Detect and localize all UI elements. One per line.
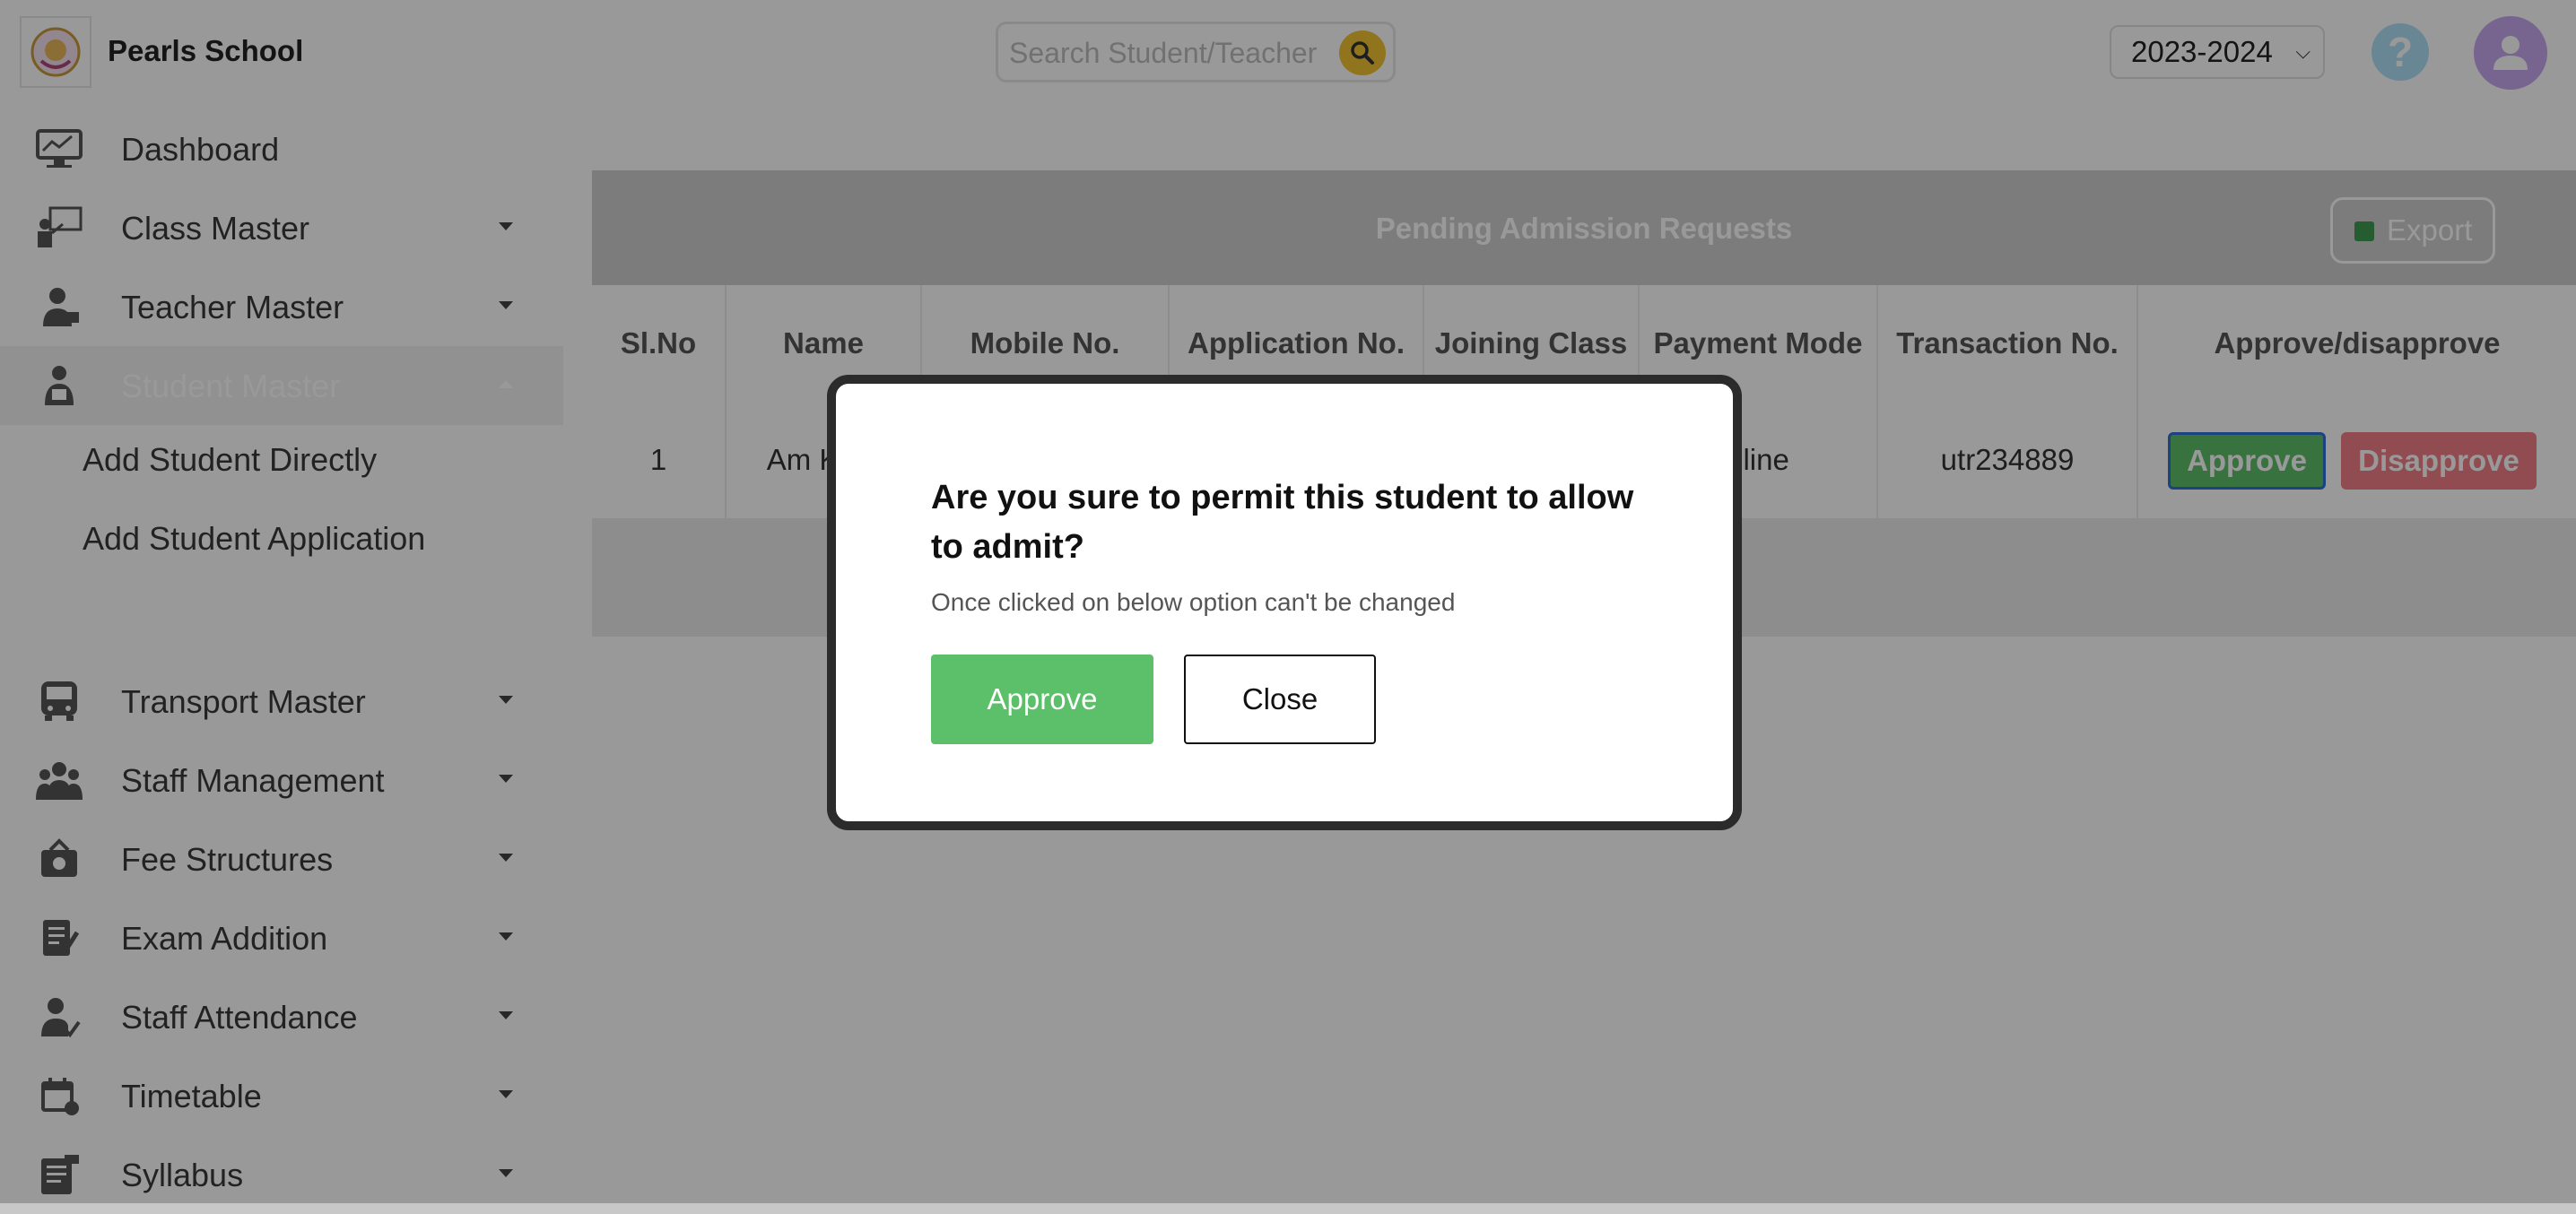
dialog-subtitle: Once clicked on below option can't be ch… bbox=[931, 588, 1456, 616]
dialog-approve-button[interactable]: Approve bbox=[931, 655, 1153, 744]
dialog-title: Are you sure to permit this student to a… bbox=[931, 479, 1634, 566]
dialog-close-button[interactable]: Close bbox=[1184, 655, 1376, 744]
confirm-approve-dialog: Are you sure to permit this student to a… bbox=[827, 375, 1742, 830]
